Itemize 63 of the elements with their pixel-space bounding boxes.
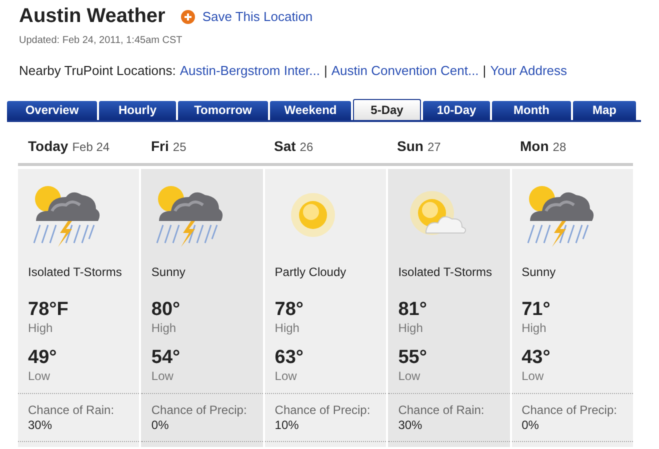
separator: | xyxy=(324,62,328,80)
tab[interactable]: 5-Day xyxy=(353,98,421,120)
day-name: Sun xyxy=(397,136,424,156)
tab[interactable]: Weekend xyxy=(270,100,351,120)
day-date: 28 xyxy=(552,138,566,156)
tab[interactable]: 10-Day xyxy=(423,100,490,120)
tab[interactable]: Hourly xyxy=(99,100,176,120)
high-temperature: 81° xyxy=(398,298,427,320)
high-temperature: 80° xyxy=(151,298,180,320)
low-label: Low xyxy=(274,368,297,382)
high-label: High xyxy=(274,320,300,334)
high-temperature: 78°F xyxy=(28,298,68,320)
chance-label: Chance of Rain: xyxy=(28,402,114,418)
high-label: High xyxy=(28,320,53,334)
high-temperature: 78° xyxy=(274,298,304,320)
save-location-link[interactable]: Save This Location xyxy=(202,6,313,26)
day-date: Feb 24 xyxy=(72,138,110,156)
tab[interactable]: Map xyxy=(573,100,636,120)
day-date: 26 xyxy=(300,138,314,156)
condition: Isolated T-Storms xyxy=(398,264,492,280)
add-icon[interactable] xyxy=(181,10,196,24)
low-temperature: 43° xyxy=(522,346,550,368)
day-date: 27 xyxy=(427,138,441,156)
chance-label: Chance of Precip: xyxy=(274,402,370,418)
day-name: Sat xyxy=(274,136,296,156)
page-title: Austin Weather xyxy=(19,4,166,29)
low-temperature: 54° xyxy=(151,346,180,368)
updated-time: Updated: Feb 24, 2011, 1:45am CST xyxy=(18,34,184,48)
chance-label: Chance of Precip: xyxy=(522,402,617,418)
day-name: Mon xyxy=(520,136,549,156)
tab[interactable]: Month xyxy=(492,100,571,120)
low-temperature: 55° xyxy=(398,346,427,368)
chance-value: 0% xyxy=(522,418,539,432)
high-label: High xyxy=(398,320,423,334)
location-link[interactable]: Austin Convention Cent... xyxy=(331,61,479,80)
chance-value: 30% xyxy=(28,418,52,432)
chance-label: Chance of Rain: xyxy=(398,402,484,418)
chance-value: 10% xyxy=(274,418,299,432)
day-name: Fri xyxy=(151,136,169,156)
chance-value: 30% xyxy=(398,418,422,432)
tab[interactable]: Overview xyxy=(7,100,97,120)
location-link[interactable]: Your Address xyxy=(490,61,568,80)
low-label: Low xyxy=(28,368,50,382)
high-label: High xyxy=(151,320,176,334)
tab[interactable]: Tomorrow xyxy=(178,100,268,120)
condition: Partly Cloudy xyxy=(274,264,346,280)
day-name: Today xyxy=(28,136,68,156)
condition: Sunny xyxy=(151,264,186,280)
separator: | xyxy=(482,62,486,80)
high-label: High xyxy=(522,320,546,334)
low-label: Low xyxy=(522,368,544,382)
day-date: 25 xyxy=(172,138,186,156)
location-link[interactable]: Austin-Bergstrom Inter... xyxy=(180,61,320,80)
low-label: Low xyxy=(151,368,174,382)
chance-value: 0% xyxy=(151,418,169,432)
high-temperature: 71° xyxy=(522,298,550,320)
low-temperature: 63° xyxy=(274,346,304,368)
chance-label: Chance of Precip: xyxy=(151,402,247,418)
low-temperature: 49° xyxy=(28,346,57,368)
nearby-label: Nearby TruPoint Locations: xyxy=(19,62,176,80)
condition: Sunny xyxy=(522,264,556,280)
condition: Isolated T-Storms xyxy=(28,264,122,280)
low-label: Low xyxy=(398,368,420,382)
